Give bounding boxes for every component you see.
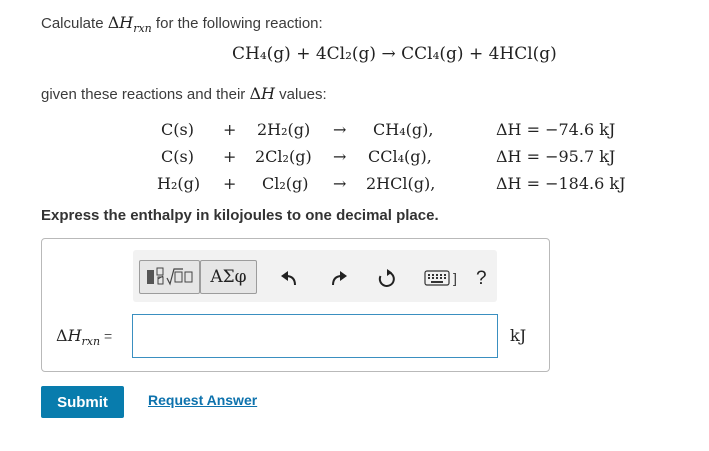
reaction-arrow: →	[333, 120, 347, 139]
delta-h-value: ΔH = −74.6 kJ	[496, 120, 616, 139]
keyboard-icon	[424, 270, 450, 286]
greek-symbols-button[interactable]: ΑΣφ	[200, 260, 257, 294]
answer-label: ΔHrxn =	[56, 326, 113, 348]
answer-input[interactable]	[132, 314, 498, 358]
delta-h-symbol: ΔH	[249, 84, 275, 103]
request-answer-link[interactable]: Request Answer	[148, 392, 257, 408]
unit-label: kJ	[510, 326, 527, 345]
given-prefix: given these reactions and their	[41, 86, 250, 103]
keyboard-bracket: ]	[453, 270, 457, 286]
reset-button[interactable]	[377, 268, 397, 293]
given-suffix: values:	[274, 86, 327, 103]
question-text: Calculate ΔHrxn for the following reacti…	[41, 13, 323, 35]
question-prefix: Calculate	[41, 15, 108, 32]
instruction-text: Express the enthalpy in kilojoules to on…	[41, 207, 439, 224]
delta-h-value: ΔH = −184.6 kJ	[496, 174, 626, 193]
delta-h-rxn-symbol: ΔHrxn	[107, 13, 152, 35]
reactant-2: 2H₂(g)	[257, 120, 311, 139]
reactant-1: H₂(g)	[157, 174, 201, 193]
keyboard-button[interactable]: ]	[424, 270, 457, 286]
product: CH₄(g),	[373, 120, 434, 139]
redo-button[interactable]	[329, 268, 349, 293]
plus-sign: +	[223, 120, 237, 139]
reactant-2: Cl₂(g)	[262, 174, 309, 193]
undo-button[interactable]	[279, 268, 299, 293]
given-text: given these reactions and their ΔH value…	[41, 84, 327, 103]
product: CCl₄(g),	[368, 147, 432, 166]
reactant-1: C(s)	[161, 120, 194, 139]
reaction-arrow: →	[333, 147, 347, 166]
undo-icon	[281, 271, 296, 286]
help-button[interactable]: ?	[476, 268, 487, 290]
target-reaction: CH₄(g) + 4Cl₂(g) → CCl₄(g) + 4HCl(g)	[232, 44, 557, 64]
product: 2HCl(g),	[366, 174, 436, 193]
reaction-arrow: →	[333, 174, 347, 193]
delta-h-value: ΔH = −95.7 kJ	[496, 147, 616, 166]
reactant-2: 2Cl₂(g)	[255, 147, 312, 166]
submit-button[interactable]: Submit	[41, 386, 124, 418]
redo-icon	[332, 271, 347, 286]
reset-icon	[378, 269, 395, 287]
reactant-1: C(s)	[161, 147, 194, 166]
question-suffix: for the following reaction:	[151, 15, 323, 32]
math-toolbar: ΑΣφ ] ?	[133, 250, 497, 302]
plus-sign: +	[223, 147, 237, 166]
plus-sign: +	[223, 174, 237, 193]
templates-icon	[146, 267, 192, 286]
templates-button[interactable]	[139, 260, 200, 294]
